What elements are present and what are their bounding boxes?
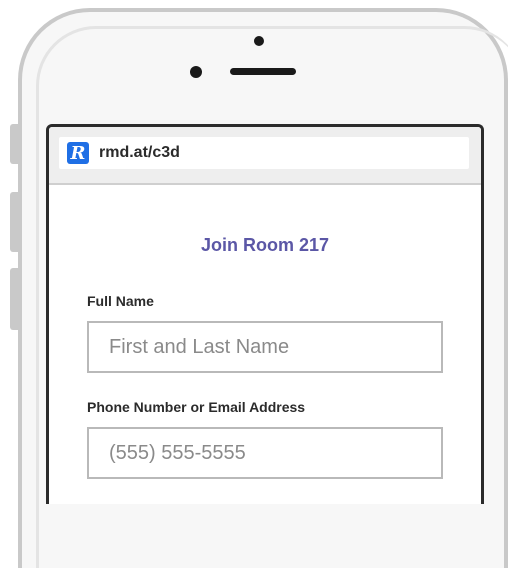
full-name-label: Full Name [87,293,154,309]
page-title: Join Room 217 [200,235,330,255]
phone-screen: R rmd.at/c3d Join Room 217 Full Name Pho… [46,124,484,504]
remind-logo-icon: R [67,142,89,164]
earpiece-speaker [230,68,296,75]
contact-input[interactable] [87,427,443,479]
url-text: rmd.at/c3d [99,144,180,161]
browser-toolbar: R rmd.at/c3d [49,127,481,185]
full-name-input[interactable] [87,321,443,373]
address-bar[interactable]: R rmd.at/c3d [59,137,469,169]
front-camera [254,36,264,46]
contact-label: Phone Number or Email Address [87,399,306,415]
proximity-sensor [190,66,202,78]
